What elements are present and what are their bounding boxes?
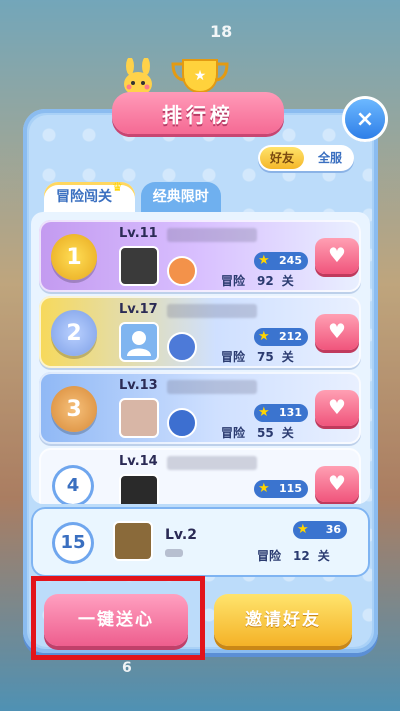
scope-friends-option[interactable]: 好友 xyxy=(260,147,304,169)
svg-text:★: ★ xyxy=(194,68,207,84)
gold-medal-icon: 1 xyxy=(51,234,97,280)
ranking-row: 4 Lv.14 ★ 115 ♥ xyxy=(39,448,361,504)
star-count-badge: ★ 115 xyxy=(254,480,308,498)
heart-arrow-icon: ♥ xyxy=(328,395,346,419)
star-count-badge: ★ 245 xyxy=(254,252,308,270)
invite-friends-button[interactable]: 邀请好友 xyxy=(214,594,352,646)
avatar[interactable] xyxy=(119,398,159,438)
player-name-blurred xyxy=(167,456,257,470)
background-level-number: 18 xyxy=(210,22,233,41)
adventure-progress: 冒险 55 关 xyxy=(221,426,294,440)
heart-arrow-icon: ♥ xyxy=(328,471,346,495)
star-icon: ★ xyxy=(258,405,270,420)
avatar[interactable] xyxy=(113,521,153,561)
send-heart-button[interactable]: ♥ xyxy=(315,390,359,426)
player-name-blurred xyxy=(167,380,257,394)
ranking-row: 2 Lv.17 ★ 212 冒险 75 关 ♥ xyxy=(39,296,361,368)
adventure-progress: 冒险 92 关 xyxy=(221,274,294,288)
silver-medal-icon: 2 xyxy=(51,310,97,356)
tab-classic-label: 经典限时 xyxy=(152,189,209,205)
player-level: Lv.11 xyxy=(119,226,158,241)
pet-icon xyxy=(167,256,197,286)
player-level: Lv.2 xyxy=(165,527,197,543)
star-count-badge: ★ 212 xyxy=(254,328,308,346)
close-button[interactable]: × xyxy=(345,99,385,139)
adventure-progress: 冒险 75 关 xyxy=(221,350,294,364)
avatar[interactable] xyxy=(119,322,159,362)
background-level-number-bottom: 6 xyxy=(122,660,132,676)
close-icon: × xyxy=(355,106,375,132)
pet-icon xyxy=(167,408,197,438)
default-avatar-icon xyxy=(127,331,151,356)
ranking-row: 3 Lv.13 ★ 131 冒险 55 关 ♥ xyxy=(39,372,361,444)
rank-number: 15 xyxy=(55,525,91,561)
current-player-row: 15 Lv.2 ★ 36 冒险 12 关 xyxy=(31,507,370,577)
send-heart-button[interactable]: ♥ xyxy=(315,238,359,274)
pet-icon xyxy=(167,332,197,362)
heart-arrow-icon: ♥ xyxy=(328,243,346,267)
player-name-blurred xyxy=(167,304,257,318)
highlight-box xyxy=(31,576,205,660)
player-level: Lv.14 xyxy=(119,454,158,469)
player-name-blurred xyxy=(167,228,257,242)
ranking-row: 1 Lv.11 ★ 245 冒险 92 关 ♥ xyxy=(39,220,361,292)
player-level: Lv.13 xyxy=(119,378,158,393)
player-name-blurred xyxy=(165,549,183,557)
avatar[interactable] xyxy=(119,474,159,504)
mode-tabs: 冒险闯关♛ 经典限时 xyxy=(44,180,221,212)
star-icon: ★ xyxy=(297,522,309,537)
send-heart-button[interactable]: ♥ xyxy=(315,466,359,502)
send-heart-button[interactable]: ♥ xyxy=(315,314,359,350)
star-icon: ★ xyxy=(258,481,270,496)
scope-toggle[interactable]: 好友 全服 xyxy=(258,145,354,171)
star-icon: ★ xyxy=(258,253,270,268)
avatar[interactable] xyxy=(119,246,159,286)
star-icon: ★ xyxy=(258,329,270,344)
adventure-progress: 冒险 12 关 xyxy=(257,549,330,563)
ranking-list[interactable]: 1 Lv.11 ★ 245 冒险 92 关 ♥ 2 Lv.17 ★ 212 冒险 75 关 … xyxy=(31,212,370,504)
star-count-badge: ★ 131 xyxy=(254,404,308,422)
bronze-medal-icon: 3 xyxy=(51,386,97,432)
leaderboard-title: 排行榜 xyxy=(112,92,284,134)
tab-adventure-label: 冒险闯关 xyxy=(56,189,112,205)
scope-global-option[interactable]: 全服 xyxy=(308,147,352,169)
player-level: Lv.17 xyxy=(119,302,158,317)
heart-arrow-icon: ♥ xyxy=(328,319,346,343)
rank-number: 4 xyxy=(55,468,91,504)
star-count-badge: ★ 36 xyxy=(293,521,347,539)
crown-icon: ♛ xyxy=(112,180,123,194)
tab-classic-timed[interactable]: 经典限时 xyxy=(140,182,221,212)
tab-adventure[interactable]: 冒险闯关♛ xyxy=(44,180,135,212)
